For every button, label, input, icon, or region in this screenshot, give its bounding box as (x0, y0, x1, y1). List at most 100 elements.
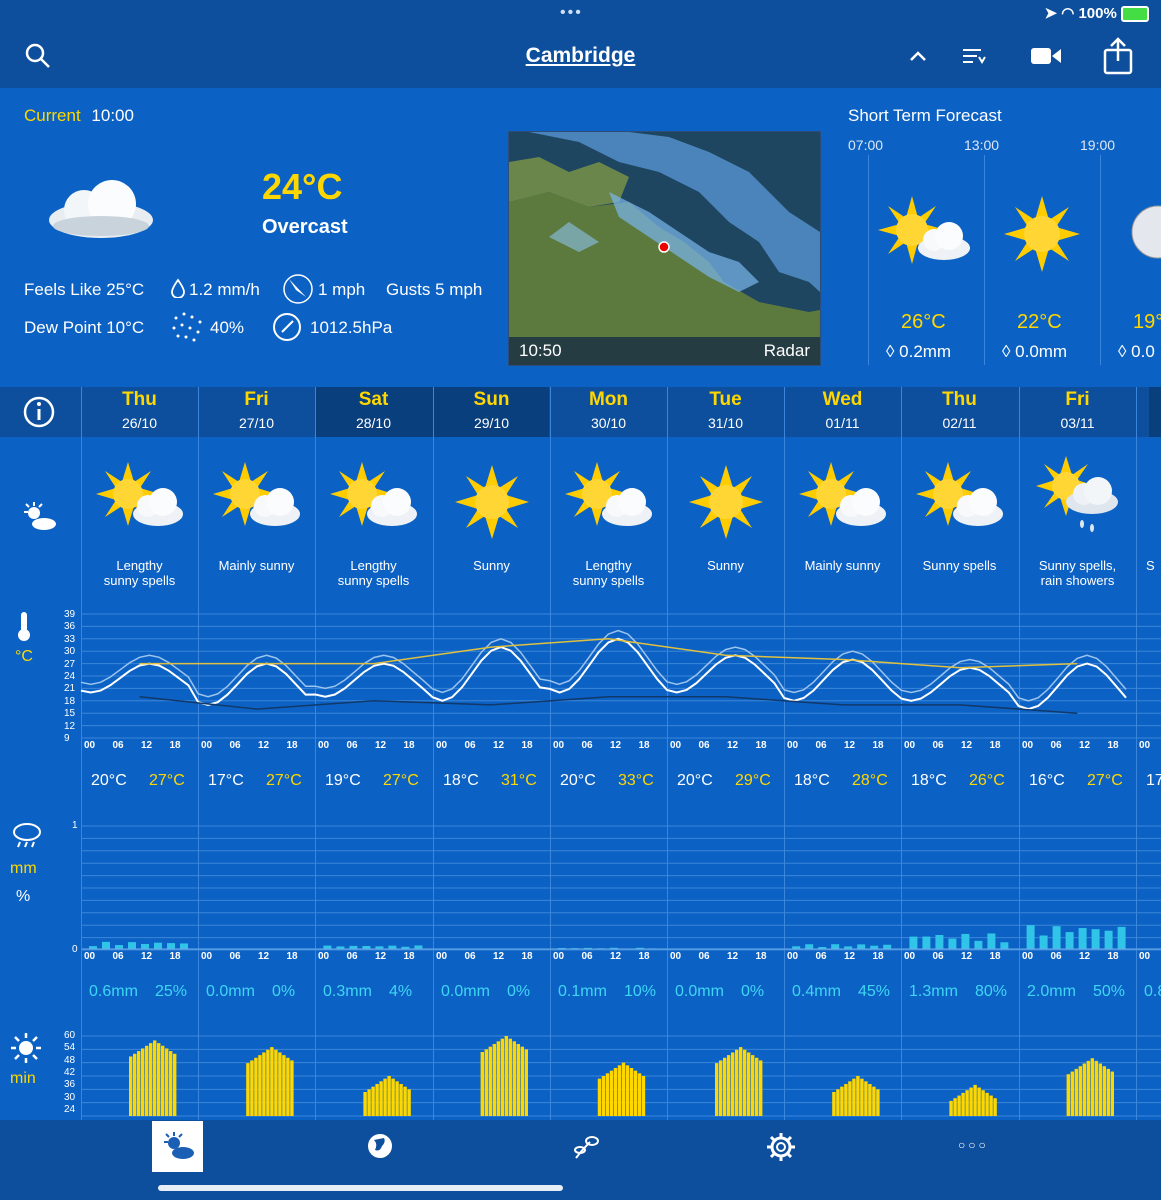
rain-bar (961, 933, 970, 949)
rain-bar (1065, 932, 1074, 949)
sunshine-bar (856, 1076, 860, 1116)
sunshine-bar (516, 1044, 520, 1116)
sunshine-bar (641, 1076, 646, 1116)
plant-icon[interactable] (570, 1132, 600, 1167)
sunshine-bar (981, 1090, 985, 1116)
sunshine-bar (985, 1092, 989, 1116)
sunshine-bar (500, 1038, 504, 1116)
sunshine-bar (751, 1055, 755, 1116)
sunshine-bar (363, 1092, 367, 1116)
sunshine-bar (957, 1095, 961, 1116)
weather-tab-icon[interactable] (162, 1130, 194, 1167)
rain-bar (1104, 930, 1113, 949)
sunshine-bar (973, 1084, 977, 1116)
sunshine-bar (371, 1086, 375, 1116)
rain-bar (141, 943, 149, 949)
sunshine-bar (246, 1063, 250, 1116)
sunshine-bar (876, 1089, 880, 1116)
rain-bar (388, 945, 397, 949)
sunshine-bar (739, 1047, 743, 1116)
sunshine-bar (715, 1063, 719, 1116)
rain-bar (1000, 942, 1009, 949)
sunshine-bar (852, 1078, 856, 1116)
sunshine-bar (137, 1051, 141, 1116)
sunshine-bar (1066, 1074, 1070, 1116)
rain-bar (128, 942, 136, 949)
sunshine-bar (743, 1049, 747, 1116)
sunshine-bar (165, 1048, 169, 1116)
sunshine-bar (836, 1089, 840, 1116)
sunshine-bar (480, 1052, 484, 1116)
sunshine-bar (286, 1057, 290, 1116)
sunshine-bar (1086, 1060, 1090, 1116)
sunshine-bar (492, 1044, 496, 1116)
rain-bar (1026, 925, 1035, 949)
sunshine-bar (860, 1078, 864, 1116)
home-indicator[interactable] (158, 1185, 563, 1191)
rain-bar (154, 942, 162, 949)
sunshine-bar (157, 1043, 161, 1116)
rain-bar (922, 936, 931, 949)
sunshine-bar (629, 1068, 634, 1116)
sunshine-bar (1090, 1058, 1094, 1116)
sunshine-bar (512, 1041, 516, 1116)
sunshine-bar (844, 1084, 848, 1116)
globe-icon[interactable] (366, 1132, 394, 1165)
sunshine-bar (625, 1065, 630, 1116)
sunshine-bar (375, 1084, 379, 1116)
sunshine-bar (282, 1055, 286, 1116)
sunshine-bar (832, 1092, 836, 1116)
sunshine-bar (173, 1053, 177, 1116)
rain-bar (948, 938, 957, 949)
sunshine-bar (872, 1086, 876, 1116)
forecast-charts (80, 613, 1161, 1117)
sunshine-bar (262, 1052, 266, 1116)
rain-bar (857, 944, 866, 949)
sunshine-bar (367, 1089, 371, 1116)
sunshine-bar (496, 1041, 500, 1116)
rain-bar (1052, 926, 1061, 949)
rain-bar (831, 944, 840, 949)
sunshine-bar (1094, 1060, 1098, 1116)
sunshine-bar (993, 1098, 997, 1116)
rain-bar (883, 944, 892, 949)
sunshine-bar (254, 1057, 258, 1116)
sunshine-bar (153, 1040, 157, 1116)
more-icon[interactable]: ○○○ (958, 1138, 989, 1152)
sunshine-bar (391, 1078, 395, 1116)
sunshine-bar (953, 1098, 957, 1116)
sunshine-bar (868, 1084, 872, 1116)
sunshine-bar (141, 1048, 145, 1116)
settings-icon[interactable] (766, 1132, 796, 1167)
sunshine-bar (407, 1089, 411, 1116)
sunshine-bar (735, 1049, 739, 1116)
sunshine-bar (1074, 1068, 1078, 1116)
sunshine-bar (383, 1078, 387, 1116)
sunshine-bar (747, 1052, 751, 1116)
sunshine-bar (1106, 1068, 1110, 1116)
sunshine-bar (637, 1073, 642, 1116)
sunshine-bar (965, 1090, 969, 1116)
sunshine-bar (719, 1060, 723, 1116)
temperature-line (80, 637, 1127, 711)
sunshine-bar (149, 1043, 153, 1116)
sunshine-bar (1102, 1066, 1106, 1116)
sunshine-bar (723, 1057, 727, 1116)
sunshine-bar (961, 1092, 965, 1116)
sunshine-bar (145, 1045, 149, 1116)
rain-bar (414, 945, 423, 949)
rain-bar (115, 945, 123, 949)
sunshine-bar (613, 1068, 618, 1116)
sunshine-bar (755, 1057, 759, 1116)
rain-bar (805, 944, 814, 949)
sunshine-bar (759, 1060, 763, 1116)
sunshine-bar (601, 1076, 606, 1116)
sunshine-bar (605, 1073, 610, 1116)
sunshine-bar (403, 1086, 407, 1116)
sunshine-bar (597, 1078, 602, 1116)
sunshine-bar (508, 1038, 512, 1116)
rain-bar (1078, 928, 1087, 949)
sunshine-bar (949, 1100, 953, 1116)
sunshine-bar (1110, 1071, 1114, 1116)
sunshine-bar (520, 1046, 524, 1116)
